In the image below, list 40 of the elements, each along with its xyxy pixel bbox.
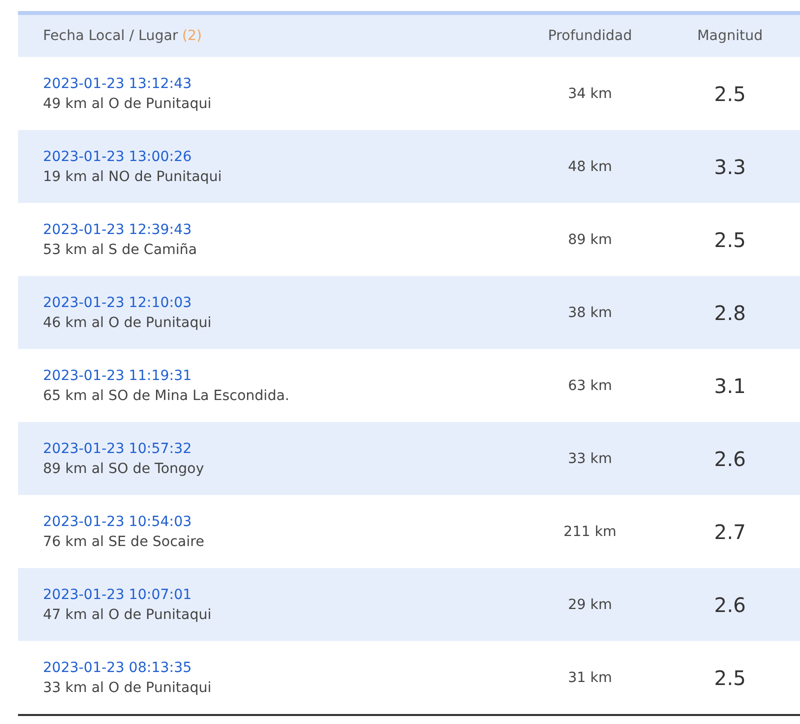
- magnitude-text: 3.1: [714, 374, 746, 398]
- depth-text: 33 km: [568, 450, 612, 466]
- date-link[interactable]: 2023-01-23 10:57:32: [43, 440, 520, 456]
- date-link[interactable]: 2023-01-23 12:39:43: [43, 222, 520, 238]
- depth-text: 63 km: [568, 378, 612, 394]
- result-count: (2): [182, 28, 202, 44]
- date-link[interactable]: 2023-01-23 13:12:43: [43, 76, 520, 92]
- column-header: Profundidad: [548, 28, 632, 44]
- magnitude-text: 2.6: [714, 592, 746, 616]
- place-text: 89 km al SO de Tongoy: [43, 460, 206, 476]
- magnitude-text: 2.5: [714, 228, 746, 252]
- depth-text: 29 km: [568, 596, 612, 612]
- place-text: 65 km al SO de Mina La Escondida.: [43, 388, 290, 404]
- date-link[interactable]: 2023-01-23 11:19:31: [43, 368, 520, 384]
- place-text: 19 km al NO de Punitaqui: [43, 168, 223, 184]
- magnitude-text: 2.6: [714, 446, 746, 470]
- depth-text: 38 km: [568, 304, 612, 320]
- depth-text: 34 km: [568, 86, 612, 102]
- place-text: 33 km al O de Punitaqui: [43, 680, 212, 696]
- depth-text: 48 km: [568, 158, 612, 174]
- depth-text: 211 km: [564, 524, 616, 540]
- date-link[interactable]: 2023-01-23 08:13:35: [43, 660, 520, 676]
- date-link[interactable]: 2023-01-23 10:54:03: [43, 514, 520, 530]
- column-header: Fecha Local / Lugar: [43, 28, 178, 44]
- date-link[interactable]: 2023-01-23 10:07:01: [43, 586, 520, 602]
- depth-text: 31 km: [568, 670, 612, 686]
- date-link[interactable]: 2023-01-23 12:10:03: [43, 294, 520, 310]
- depth-text: 89 km: [568, 232, 612, 248]
- magnitude-text: 2.5: [714, 82, 746, 106]
- magnitude-text: 3.3: [714, 154, 746, 178]
- column-header: Magnitud: [697, 28, 763, 44]
- place-text: 46 km al O de Punitaqui: [43, 314, 212, 330]
- place-text: 76 km al SE de Socaire: [43, 534, 206, 550]
- magnitude-text: 2.8: [714, 300, 746, 324]
- place-text: 49 km al O de Punitaqui: [43, 96, 212, 112]
- date-link[interactable]: 2023-01-23 13:00:26: [43, 148, 520, 164]
- place-text: 53 km al S de Camiña: [43, 242, 198, 258]
- magnitude-text: 2.5: [714, 666, 746, 690]
- place-text: 47 km al O de Punitaqui: [43, 606, 212, 622]
- magnitude-text: 2.7: [714, 520, 746, 544]
